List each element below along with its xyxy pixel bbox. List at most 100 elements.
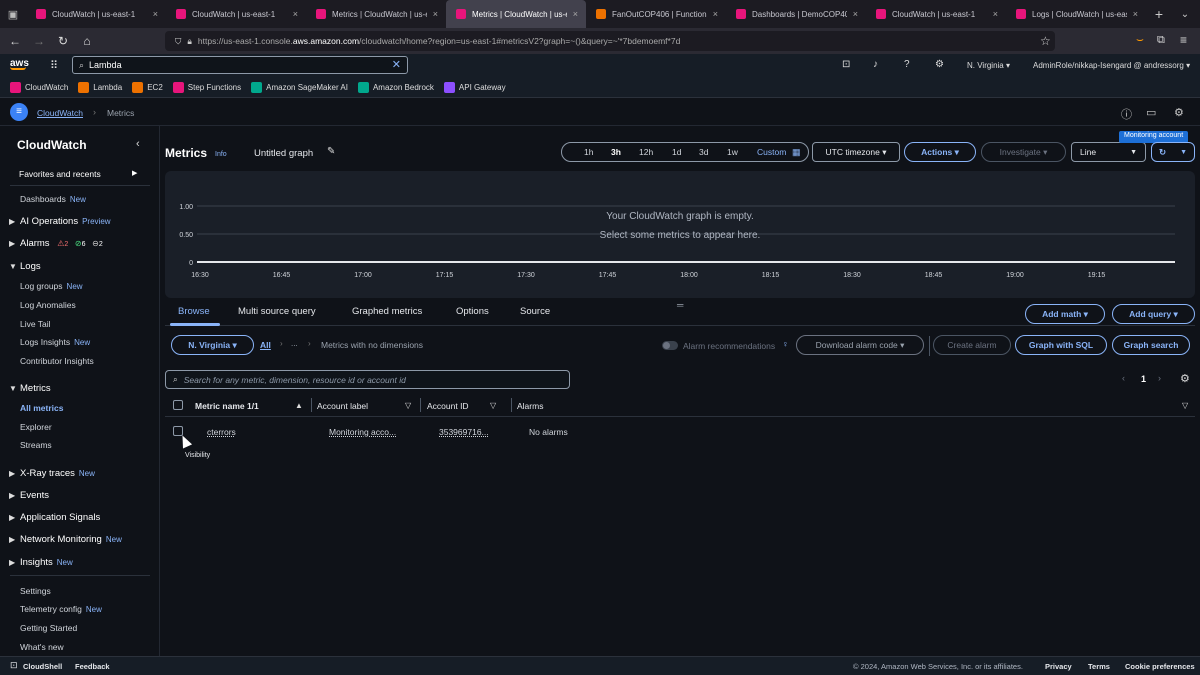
forward-icon[interactable]: → bbox=[27, 34, 51, 48]
browser-tab[interactable]: CloudWatch | us-east-1 × bbox=[26, 0, 166, 28]
tab-options[interactable]: Options bbox=[456, 306, 489, 317]
sidebar-item-ai-operations[interactable]: ▶ AI Operations Preview bbox=[9, 216, 111, 227]
tab-multi-source-query[interactable]: Multi source query bbox=[238, 306, 316, 317]
time-custom[interactable]: Custom bbox=[757, 147, 786, 157]
cloudshell-link[interactable]: CloudShell bbox=[23, 662, 62, 671]
close-tab-icon[interactable]: × bbox=[1133, 9, 1138, 19]
cloudshell-icon[interactable]: ⊡ bbox=[10, 660, 18, 671]
row-checkbox[interactable] bbox=[173, 426, 183, 436]
sidebar-item-all-metrics[interactable]: All metrics bbox=[20, 403, 63, 413]
sidebar-item-getting-started[interactable]: Getting Started bbox=[20, 623, 77, 633]
alarm-recommendations-toggle[interactable] bbox=[662, 341, 678, 350]
favorite-service[interactable]: API Gateway bbox=[443, 82, 506, 93]
pencil-icon[interactable]: ✎ bbox=[327, 146, 335, 157]
browse-ellipsis[interactable]: ... bbox=[291, 339, 298, 348]
service-search-input[interactable]: ⌕ Lambda ✕ bbox=[72, 56, 408, 74]
sidebar-item-logs-insights[interactable]: Logs Insights New bbox=[20, 337, 90, 347]
time-3d[interactable]: 3d bbox=[699, 147, 708, 157]
services-grid-icon[interactable]: ⠿ bbox=[50, 59, 58, 72]
close-tab-icon[interactable]: × bbox=[993, 9, 998, 19]
favorite-service[interactable]: Lambda bbox=[78, 82, 122, 93]
url-field[interactable]: ⛉ 🔒︎ https://us-east-1.console. aws.amazo… bbox=[165, 31, 1055, 51]
download-alarm-code-button[interactable]: Download alarm code ▾ bbox=[796, 335, 924, 355]
help-icon[interactable]: ? bbox=[904, 59, 910, 70]
close-tab-icon[interactable]: × bbox=[293, 9, 298, 19]
favorite-service[interactable]: EC2 bbox=[132, 82, 163, 93]
info-icon[interactable]: ⓘ bbox=[1121, 106, 1132, 122]
tab-source[interactable]: Source bbox=[520, 306, 550, 317]
graph-name[interactable]: Untitled graph bbox=[254, 148, 313, 159]
close-tab-icon[interactable]: × bbox=[433, 9, 438, 19]
favorite-service[interactable]: Amazon SageMaker AI bbox=[251, 82, 348, 93]
settings-icon[interactable]: ⚙ bbox=[1174, 106, 1184, 119]
sidebar-item-explorer[interactable]: Explorer bbox=[20, 422, 52, 432]
column-menu-icon[interactable]: ▽ bbox=[1182, 401, 1188, 410]
account-menu[interactable]: AdminRole/nikkap-Isengard @ andressorg ▾ bbox=[1033, 61, 1190, 70]
menu-icon[interactable]: ≡ bbox=[1180, 33, 1187, 47]
next-page-icon[interactable]: › bbox=[1158, 373, 1161, 383]
time-1w[interactable]: 1w bbox=[727, 147, 738, 157]
close-tab-icon[interactable]: × bbox=[853, 9, 858, 19]
tab-menu-icon[interactable]: ▣ bbox=[0, 0, 26, 28]
browser-tab[interactable]: FanOutCOP406 | Functions | La × bbox=[586, 0, 726, 28]
sort-icon[interactable]: ▽ bbox=[405, 401, 411, 410]
clear-search-icon[interactable]: ✕ bbox=[392, 58, 401, 71]
new-tab-button[interactable]: + bbox=[1146, 6, 1172, 22]
column-account-id[interactable]: Account ID bbox=[427, 401, 469, 411]
previous-page-icon[interactable]: ‹ bbox=[1122, 373, 1125, 383]
collapse-sidebar-icon[interactable]: ‹ bbox=[136, 138, 140, 150]
calendar-icon[interactable]: ▦ bbox=[792, 147, 801, 158]
column-metric-name[interactable]: Metric name 1/1 bbox=[195, 401, 259, 411]
sort-icon[interactable]: ▽ bbox=[490, 401, 496, 410]
favorite-service[interactable]: Step Functions bbox=[172, 82, 241, 93]
account-id-cell[interactable]: 353969716... bbox=[439, 427, 489, 437]
sidebar-item-log-groups[interactable]: Log groups New bbox=[20, 281, 83, 291]
info-link[interactable]: Info bbox=[215, 151, 227, 158]
notifications-bell-icon[interactable]: ♪ bbox=[873, 59, 878, 70]
add-query-button[interactable]: Add query ▾ bbox=[1112, 304, 1195, 324]
sidebar-item-whats-new[interactable]: What's new bbox=[20, 642, 64, 652]
reload-icon[interactable]: ↻ bbox=[51, 34, 75, 48]
sidebar-item-dashboards[interactable]: Dashboards New bbox=[20, 194, 86, 204]
favorite-service[interactable]: CloudWatch bbox=[10, 82, 68, 93]
select-all-checkbox[interactable] bbox=[173, 400, 183, 410]
time-1d[interactable]: 1d bbox=[672, 147, 681, 157]
tab-browse[interactable]: Browse bbox=[178, 306, 210, 317]
sidebar-item-contributor-insights[interactable]: Contributor Insights bbox=[20, 356, 94, 366]
sidebar-item-metrics[interactable]: ▼ Metrics bbox=[9, 383, 51, 394]
sidebar-item-events[interactable]: ▶ Events bbox=[9, 490, 49, 501]
favorite-service[interactable]: Amazon Bedrock bbox=[357, 82, 434, 93]
sidebar-item-telemetry-config[interactable]: Telemetry config New bbox=[20, 604, 102, 614]
graph-search-button[interactable]: Graph search bbox=[1112, 335, 1190, 355]
back-icon[interactable]: ← bbox=[3, 34, 27, 48]
time-12h[interactable]: 12h bbox=[639, 147, 653, 157]
feedback-link[interactable]: Feedback bbox=[75, 662, 110, 671]
resize-handle-icon[interactable]: ═ bbox=[677, 300, 683, 310]
sidebar-item-alarms[interactable]: ▶ Alarms ⚠2 ⊘6 ⊖2 bbox=[9, 238, 103, 249]
privacy-link[interactable]: Privacy bbox=[1045, 662, 1072, 671]
table-settings-icon[interactable]: ⚙ bbox=[1180, 372, 1190, 385]
sidebar-item-insights[interactable]: ▶ Insights New bbox=[9, 557, 73, 568]
metric-search-input[interactable]: ⌕ Search for any metric, dimension, reso… bbox=[165, 370, 570, 389]
browser-tab[interactable]: CloudWatch | us-east-1 × bbox=[166, 0, 306, 28]
time-3h[interactable]: 3h bbox=[611, 147, 621, 157]
sort-ascending-icon[interactable]: ▲ bbox=[295, 401, 303, 410]
column-account-label[interactable]: Account label bbox=[317, 401, 368, 411]
region-selector[interactable]: N. Virginia ▾ bbox=[967, 61, 1010, 70]
close-tab-icon[interactable]: × bbox=[153, 9, 158, 19]
extension-icon[interactable]: ⌣ bbox=[1136, 32, 1144, 47]
cloudshell-icon[interactable]: ⊡ bbox=[842, 59, 850, 70]
hamburger-menu-icon[interactable]: ≡ bbox=[10, 103, 28, 121]
notes-icon[interactable]: ▭ bbox=[1146, 106, 1156, 119]
account-label-cell[interactable]: Monitoring acco... bbox=[329, 427, 396, 437]
sidebar-item-streams[interactable]: Streams bbox=[20, 440, 52, 450]
page-number[interactable]: 1 bbox=[1141, 374, 1146, 384]
cookie-preferences-link[interactable]: Cookie preferences bbox=[1125, 662, 1195, 671]
close-tab-icon[interactable]: × bbox=[573, 9, 578, 19]
metric-name-cell[interactable]: cterrors bbox=[207, 427, 236, 437]
actions-button[interactable]: Actions ▾ bbox=[904, 142, 976, 162]
tab-graphed-metrics[interactable]: Graphed metrics bbox=[352, 306, 422, 317]
puzzle-icon[interactable]: ⧉ bbox=[1157, 34, 1165, 47]
column-alarms[interactable]: Alarms bbox=[517, 401, 543, 411]
close-tab-icon[interactable]: × bbox=[713, 9, 718, 19]
